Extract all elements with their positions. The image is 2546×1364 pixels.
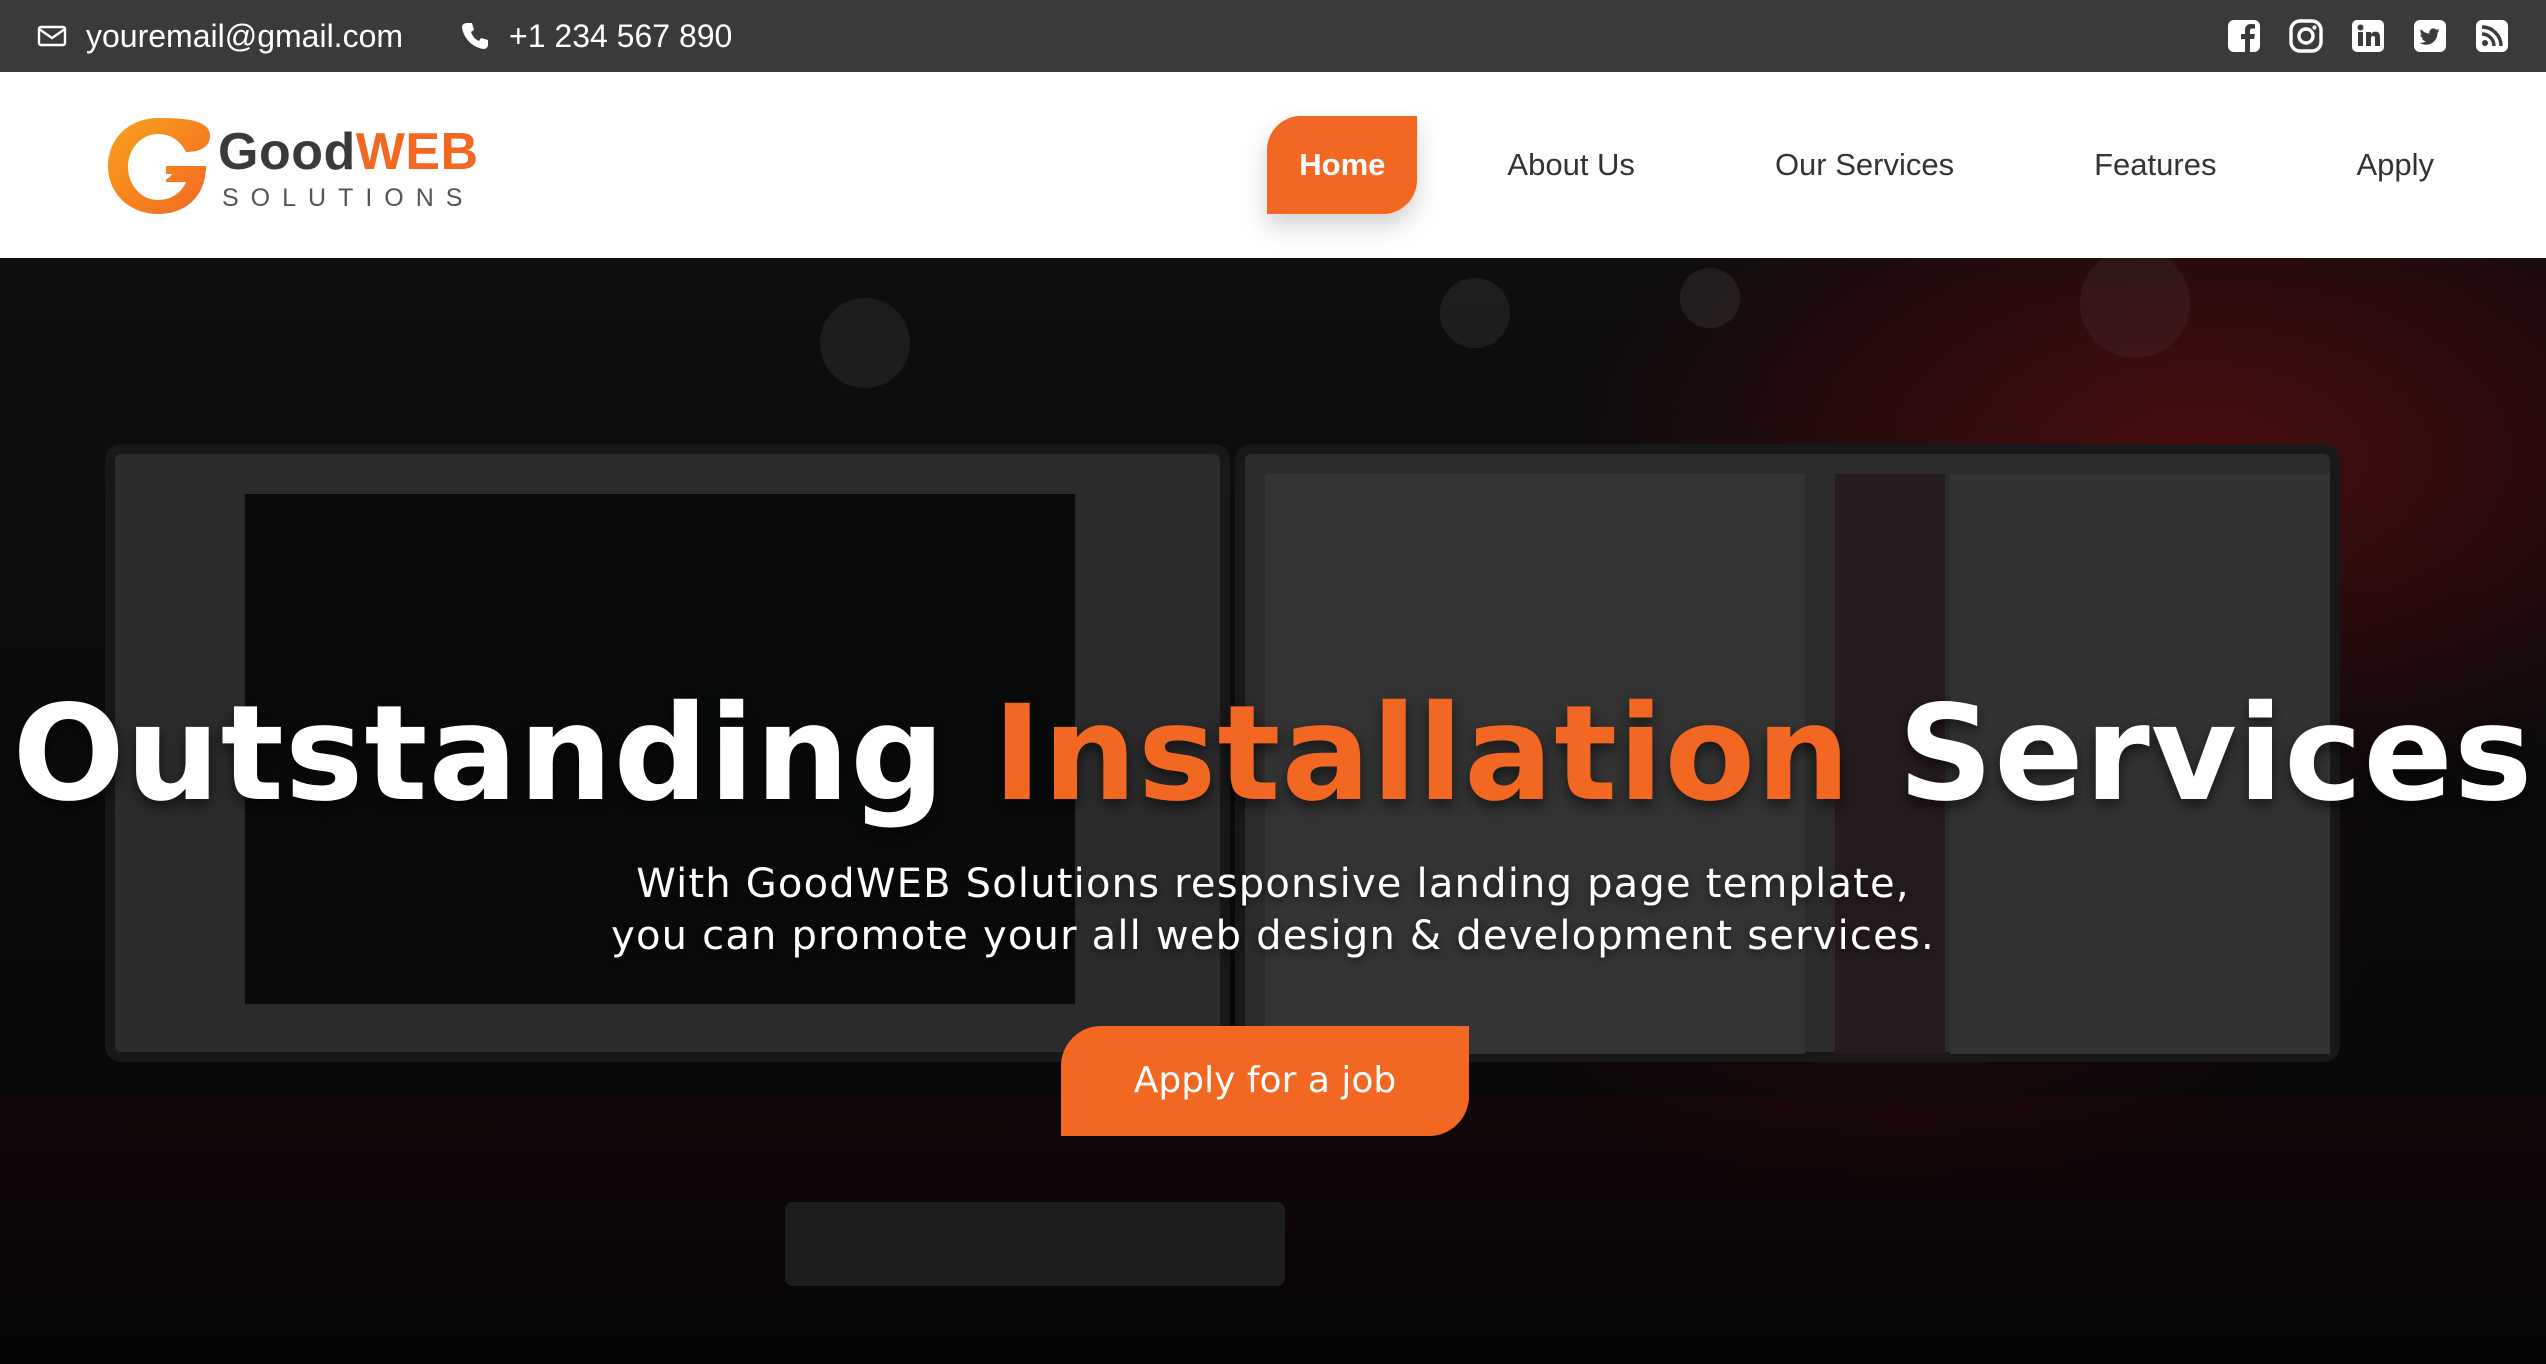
nav-apply[interactable]: Apply [2316, 116, 2474, 214]
site-header: GoodWEB SOLUTIONS Home About Us Our Serv… [0, 72, 2546, 258]
nav-features[interactable]: Features [2054, 116, 2256, 214]
nav-our-services[interactable]: Our Services [1735, 116, 1994, 214]
hero-subtitle-line1: With GoodWEB Solutions responsive landin… [636, 861, 1910, 907]
logo-wordmark: GoodWEB [218, 122, 479, 182]
nav-about-us[interactable]: About Us [1467, 116, 1675, 214]
logo[interactable]: GoodWEB SOLUTIONS [106, 114, 479, 218]
facebook-icon[interactable] [2226, 18, 2262, 54]
top-bar: youremail@gmail.com +1 234 567 890 [0, 0, 2546, 72]
linkedin-icon[interactable] [2350, 18, 2386, 54]
social-links [2226, 18, 2510, 54]
apply-for-job-button[interactable]: Apply for a job [1061, 1026, 1469, 1136]
hero-subtitle-line2: you can promote your all web design & de… [611, 913, 1935, 959]
instagram-icon[interactable] [2288, 18, 2324, 54]
logo-mark-icon [108, 118, 210, 214]
logo-tagline: SOLUTIONS [222, 184, 475, 212]
phone-icon [462, 23, 489, 49]
hero-title-part1: Outstanding [12, 677, 946, 831]
hero-title-accent: Installation [992, 677, 1852, 831]
hero-section: Outstanding Installation Services With G… [0, 258, 2546, 1364]
hero-content: Outstanding Installation Services With G… [0, 688, 2546, 1136]
email-contact[interactable]: youremail@gmail.com [36, 18, 403, 55]
hero-title-part2: Services [1898, 677, 2534, 831]
rss-icon[interactable] [2474, 18, 2510, 54]
twitter-icon[interactable] [2412, 18, 2448, 54]
nav-home[interactable]: Home [1267, 116, 1418, 214]
main-nav: Home About Us Our Services Features Appl… [1267, 116, 2474, 214]
phone-text: +1 234 567 890 [509, 17, 733, 54]
logo-brand-primary: Good [218, 123, 356, 181]
hero-subtitle: With GoodWEB Solutions responsive landin… [0, 858, 2546, 962]
logo-brand-accent: WEB [355, 123, 479, 181]
email-text: youremail@gmail.com [86, 17, 404, 54]
envelope-icon [37, 25, 67, 47]
hero-title: Outstanding Installation Services [0, 688, 2546, 820]
phone-contact[interactable]: +1 234 567 890 [459, 18, 732, 55]
